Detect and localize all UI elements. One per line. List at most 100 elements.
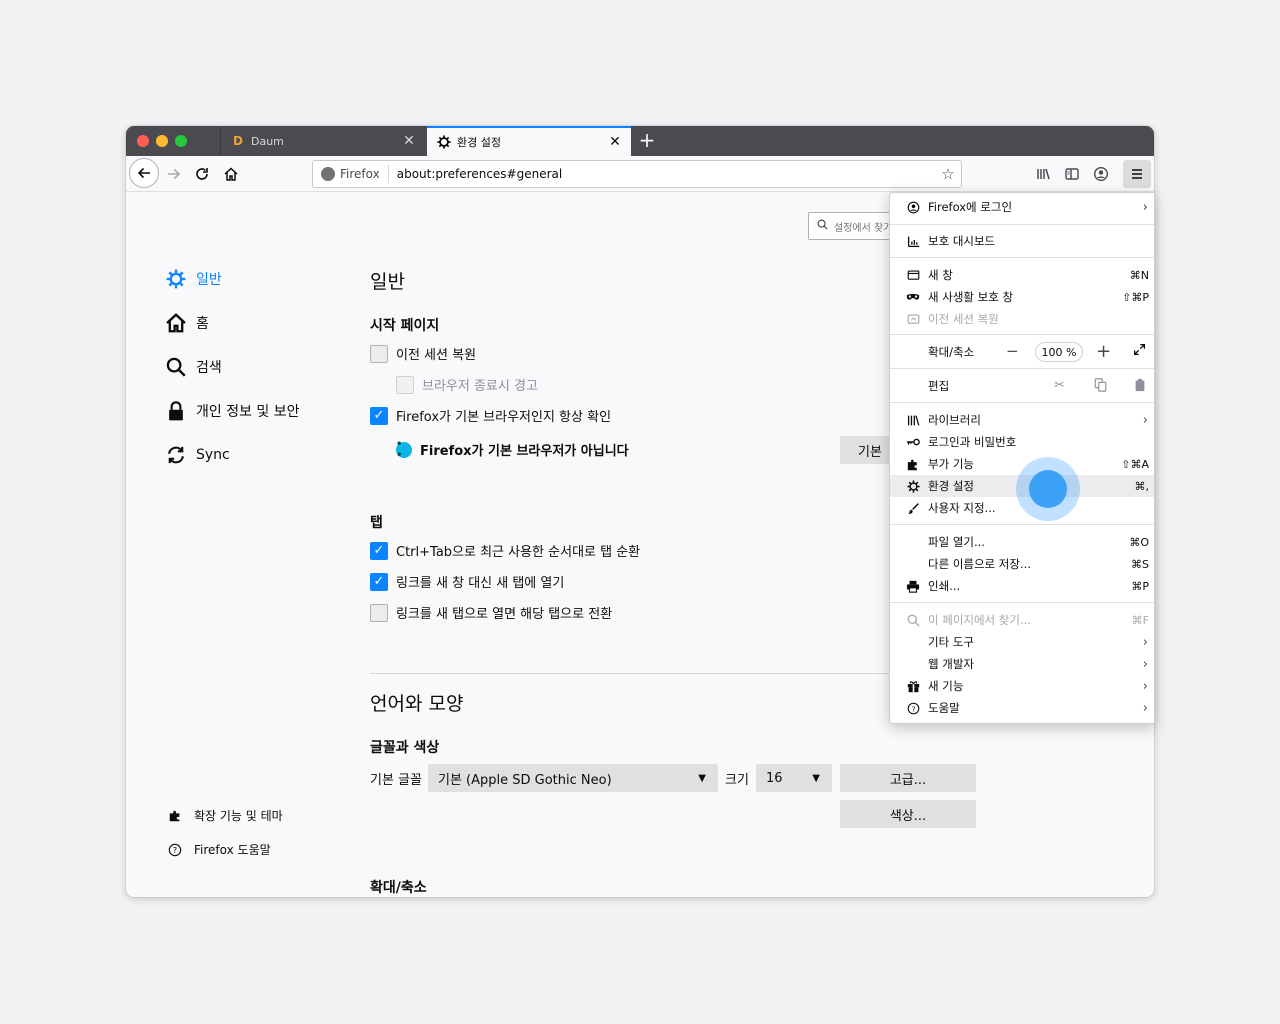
menu-label: 새 사생활 보호 창 [928, 290, 1014, 304]
bookmark-star-icon[interactable]: ☆ [935, 165, 961, 183]
firefox-help-link[interactable]: ? Firefox 도움말 [166, 841, 271, 858]
menu-item-open-file[interactable]: 파일 열기... ⌘O [890, 531, 1154, 553]
extensions-themes-link[interactable]: 확장 기능 및 테마 [166, 807, 283, 824]
menu-label: 기타 도구 [928, 635, 974, 649]
private-mask-icon [905, 292, 921, 302]
menu-label: 라이브러리 [928, 413, 981, 427]
menu-shortcut: ⌘P [1131, 579, 1149, 593]
menu-item-signin[interactable]: Firefox에 로그인 › [890, 196, 1154, 218]
close-tab-icon[interactable]: ✕ [605, 134, 625, 150]
fullscreen-icon[interactable] [1133, 342, 1146, 360]
app-menu-button[interactable] [1123, 160, 1151, 188]
check-default-option[interactable]: ✓ Firefox가 기본 브라우저인지 항상 확인 [370, 406, 611, 425]
menu-item-save-as[interactable]: 다른 이름으로 저장... ⌘S [890, 553, 1154, 575]
extensions-label: 확장 기능 및 테마 [194, 809, 283, 823]
forward-button[interactable] [160, 160, 188, 188]
copy-icon[interactable] [1094, 378, 1107, 396]
menu-item-help[interactable]: ? 도움말 › [890, 697, 1154, 719]
menu-separator [890, 524, 1154, 525]
category-general[interactable]: 일반 [164, 267, 222, 291]
menu-item-library[interactable]: 라이브러리 › [890, 409, 1154, 431]
arrow-right-icon [168, 168, 181, 180]
not-default-notice: • • Firefox가 기본 브라우저가 아닙니다 [396, 439, 629, 461]
menu-item-new-window[interactable]: 새 창 ⌘N [890, 264, 1154, 286]
tab-daum[interactable]: D Daum ✕ [220, 126, 425, 156]
open-links-option[interactable]: ✓ 링크를 새 창 대신 새 탭에 열기 [370, 572, 564, 591]
sad-face-icon: • • [396, 439, 412, 461]
puzzle-icon [166, 809, 184, 823]
reload-button[interactable] [188, 160, 216, 188]
help-icon: ? [905, 702, 921, 715]
close-window-button[interactable] [137, 135, 149, 147]
check-default-checkbox[interactable]: ✓ [370, 406, 388, 425]
menu-label: 웹 개발자 [928, 657, 974, 671]
restore-session-option[interactable]: 이전 세션 복원 [370, 344, 476, 363]
menu-item-protections[interactable]: 보호 대시보드 [890, 230, 1154, 252]
ctrl-tab-option[interactable]: ✓ Ctrl+Tab으로 최근 사용한 순서대로 탭 순환 [370, 541, 640, 560]
home-icon [224, 167, 238, 181]
menu-label: 파일 열기... [928, 535, 985, 549]
advanced-fonts-button[interactable]: 고급... [840, 764, 976, 792]
tab-title: Daum [251, 134, 284, 148]
library-button[interactable] [1029, 160, 1057, 188]
new-tab-button[interactable]: + [636, 130, 658, 152]
back-button[interactable] [129, 158, 159, 188]
ctrl-tab-checkbox[interactable]: ✓ [370, 541, 388, 560]
menu-item-edit: 편집 [890, 375, 1154, 397]
home-icon [164, 311, 188, 335]
url-bar[interactable]: Firefox about:preferences#general ☆ [312, 160, 962, 188]
zoom-window-button[interactable] [175, 135, 187, 147]
switch-to-tab-checkbox[interactable] [370, 603, 388, 622]
default-font-select[interactable]: 기본 (Apple SD Gothic Neo) ▼ [428, 764, 718, 792]
help-label: Firefox 도움말 [194, 843, 271, 857]
select-value: 기본 (Apple SD Gothic Neo) [438, 772, 612, 788]
switch-to-tab-option[interactable]: 링크를 새 탭으로 열면 해당 탭으로 전환 [370, 603, 612, 622]
colors-button[interactable]: 색상... [840, 800, 976, 828]
restore-session-icon [905, 313, 921, 326]
zoom-out-button[interactable]: − [1006, 342, 1019, 360]
menu-shortcut: ⌘, [1134, 479, 1150, 493]
menu-item-logins[interactable]: 로그인과 비밀번호 [890, 431, 1154, 453]
menu-shortcut: ⇧⌘P [1122, 290, 1149, 304]
minimize-window-button[interactable] [156, 135, 168, 147]
paintbrush-icon [905, 502, 921, 515]
option-label: 브라우저 종료시 경고 [422, 379, 538, 394]
tab-preferences[interactable]: 환경 설정 ✕ [427, 126, 631, 156]
font-size-select[interactable]: 16 ▼ [756, 764, 832, 792]
menu-item-print[interactable]: 인쇄... ⌘P [890, 575, 1154, 597]
tabs-heading: 탭 [370, 515, 383, 531]
chevron-down-icon: ▼ [698, 772, 706, 784]
cut-icon[interactable]: ✂ [1054, 378, 1065, 393]
option-label: 링크를 새 탭으로 열면 해당 탭으로 전환 [396, 607, 613, 622]
section-divider [370, 673, 910, 674]
menu-item-whats-new[interactable]: 새 기능 › [890, 675, 1154, 697]
restore-session-checkbox[interactable] [370, 344, 388, 363]
url-text[interactable]: about:preferences#general [389, 167, 935, 181]
paste-icon[interactable] [1134, 378, 1146, 396]
option-label: 이전 세션 복원 [396, 348, 477, 363]
category-label: 홈 [196, 316, 209, 332]
category-sync[interactable]: Sync [164, 443, 230, 467]
open-links-checkbox[interactable]: ✓ [370, 572, 388, 591]
zoom-in-button[interactable]: + [1096, 341, 1111, 362]
account-button[interactable] [1087, 160, 1115, 188]
menu-item-new-private-window[interactable]: 새 사생활 보호 창 ⇧⌘P [890, 286, 1154, 308]
category-search[interactable]: 검색 [164, 355, 222, 379]
gear-icon [164, 267, 188, 291]
tab-title: 환경 설정 [457, 136, 501, 149]
zoom-reset-button[interactable]: 100 % [1035, 342, 1083, 362]
menu-label: 이 페이지에서 찾기... [928, 613, 1031, 627]
reload-icon [196, 168, 208, 180]
sidebar-toggle-button[interactable] [1058, 160, 1086, 188]
category-home[interactable]: 홈 [164, 311, 209, 335]
category-privacy[interactable]: 개인 정보 및 보안 [164, 399, 300, 423]
menu-separator [890, 368, 1154, 369]
account-icon [905, 201, 921, 214]
home-button[interactable] [217, 160, 245, 188]
library-icon [905, 414, 921, 427]
menu-item-web-developer[interactable]: 웹 개발자 › [890, 653, 1154, 675]
button-label: 색상... [889, 808, 927, 824]
close-tab-icon[interactable]: ✕ [399, 133, 419, 149]
menu-item-more-tools[interactable]: 기타 도구 › [890, 631, 1154, 653]
identity-box[interactable]: Firefox [313, 165, 389, 183]
